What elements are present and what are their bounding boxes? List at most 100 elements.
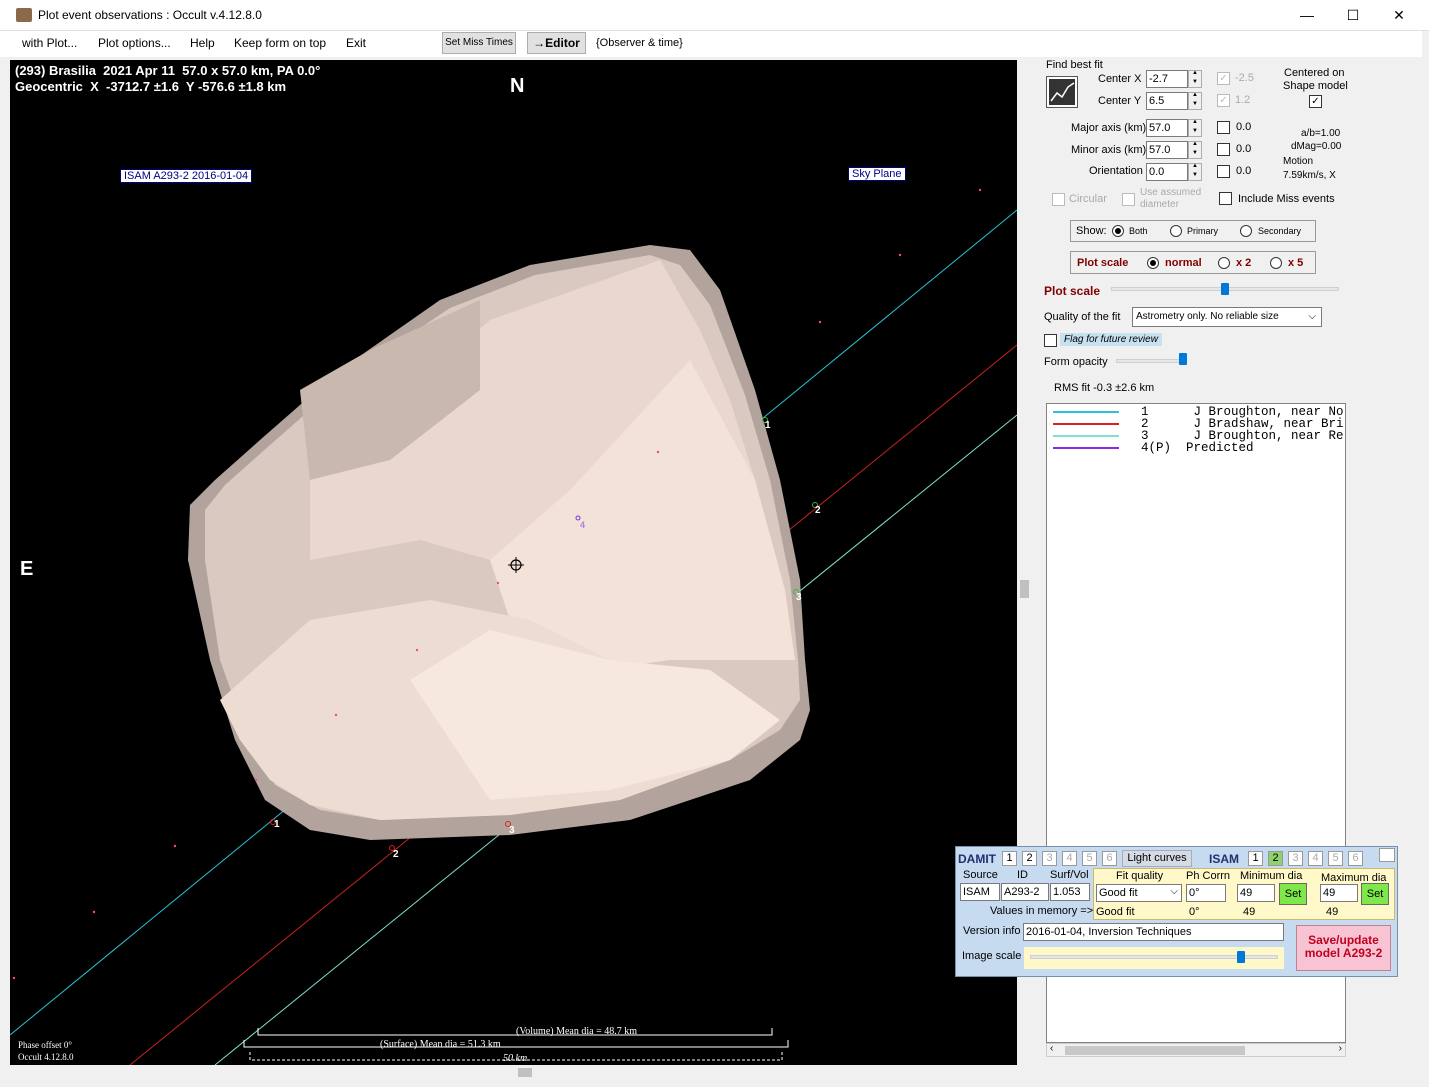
orientation-input[interactable]: 0.0 (1146, 163, 1188, 181)
predicted-label: 4 (580, 520, 586, 530)
centered-on-shape-checkbox[interactable]: ✓ (1309, 95, 1322, 108)
phase-offset: Phase offset 0° (18, 1040, 72, 1050)
scroll-right-icon[interactable]: › (1339, 1043, 1342, 1054)
show-label: Show: (1076, 225, 1107, 237)
isam-model-1[interactable]: 1 (1248, 851, 1263, 866)
title-bar: Plot event observations : Occult v.4.12.… (0, 0, 1429, 31)
form-opacity-slider[interactable] (1116, 359, 1186, 363)
fit-quality-chevron-icon: ⌵ (1170, 886, 1178, 897)
source-field[interactable]: ISAM (960, 883, 1000, 901)
memory-ph-corr: 0° (1189, 906, 1200, 918)
maximize-button[interactable]: ☐ (1330, 0, 1376, 30)
center-y-fix-checkbox[interactable]: ✓ (1217, 94, 1230, 107)
orientation-fix-checkbox[interactable] (1217, 165, 1230, 178)
set-miss-times-button[interactable]: Set Miss Times (442, 32, 516, 54)
scale-x5-label: x 5 (1288, 257, 1304, 269)
plot-scale-group-label: Plot scale (1077, 257, 1129, 269)
center-x-input[interactable]: -2.7 (1146, 70, 1188, 88)
damit-model-2[interactable]: 2 (1022, 851, 1037, 866)
close-panel-icon[interactable] (1379, 848, 1395, 862)
damit-model-5[interactable]: 5 (1082, 851, 1097, 866)
quality-select[interactable]: Astrometry only. No reliable size ⌵ (1132, 307, 1322, 327)
version-info-field[interactable]: 2016-01-04, Inversion Techniques (1023, 923, 1284, 941)
light-curves-button[interactable]: Light curves (1122, 850, 1192, 867)
show-secondary-radio[interactable] (1240, 225, 1252, 237)
app-icon (16, 8, 32, 22)
center-y-label: Center Y (1098, 95, 1142, 107)
damit-model-3[interactable]: 3 (1042, 851, 1057, 866)
flag-review-checkbox[interactable] (1044, 334, 1057, 347)
show-primary-radio[interactable] (1170, 225, 1182, 237)
scale-x5-radio[interactable] (1270, 257, 1282, 269)
show-group: Show: Both Primary Secondary (1070, 220, 1316, 242)
set-max-dia-button[interactable]: Set (1361, 883, 1389, 905)
minor-axis-input[interactable]: 57.0 (1146, 141, 1188, 159)
center-x-fix-checkbox[interactable]: ✓ (1217, 72, 1230, 85)
vscroll-thumb[interactable] (1020, 580, 1029, 598)
plot-canvas[interactable]: (293) Brasilia 2021 Apr 11 57.0 x 57.0 k… (10, 60, 1017, 1065)
major-axis-fix-checkbox[interactable] (1217, 121, 1230, 134)
fit-quality-select[interactable]: Good fit ⌵ (1096, 884, 1182, 902)
close-button[interactable]: ✕ (1376, 0, 1422, 30)
legend-scroll-thumb[interactable] (1065, 1046, 1245, 1055)
major-axis-spinner[interactable] (1188, 119, 1202, 137)
menu-plot-options[interactable]: Plot options... (98, 36, 171, 50)
isam-model-6[interactable]: 6 (1348, 851, 1363, 866)
scroll-left-icon[interactable]: ‹ (1050, 1043, 1053, 1054)
hscroll-thumb[interactable] (518, 1068, 532, 1077)
center-y-input[interactable]: 6.5 (1146, 92, 1188, 110)
major-axis-input[interactable]: 57.0 (1146, 119, 1188, 137)
isam-model-3[interactable]: 3 (1288, 851, 1303, 866)
image-scale-label: Image scale (962, 950, 1022, 962)
legend-horizontal-scrollbar[interactable]: ‹ › (1046, 1043, 1346, 1057)
circular-checkbox[interactable] (1052, 193, 1065, 206)
plot-horizontal-scrollbar[interactable] (10, 1066, 1018, 1080)
orientation-spinner[interactable] (1188, 163, 1202, 181)
memory-max-dia: 49 (1326, 906, 1339, 918)
surfvol-field[interactable]: 1.053 (1050, 883, 1090, 901)
damit-model-4[interactable]: 4 (1062, 851, 1077, 866)
menu-keep-on-top[interactable]: Keep form on top (234, 36, 326, 50)
scale-normal-radio[interactable] (1147, 257, 1159, 269)
menu-with-plot[interactable]: with Plot... (22, 36, 77, 50)
isam-model-4[interactable]: 4 (1308, 851, 1323, 866)
show-both-radio[interactable] (1112, 225, 1124, 237)
memory-min-dia: 49 (1243, 906, 1256, 918)
form-opacity-slider-thumb[interactable] (1178, 353, 1187, 365)
model-id-field[interactable]: A293-2 (1001, 883, 1049, 901)
isam-model-2[interactable]: 2 (1268, 851, 1283, 866)
damit-model-1[interactable]: 1 (1002, 851, 1017, 866)
plot-scale-slider-thumb[interactable] (1221, 283, 1229, 295)
plot-scale-group: Plot scale normal x 2 x 5 (1070, 251, 1316, 274)
set-min-dia-button[interactable]: Set (1279, 883, 1307, 905)
circular-label: Circular (1069, 193, 1107, 205)
north-label: N (510, 75, 525, 97)
ph-corr-field[interactable]: 0° (1186, 884, 1226, 902)
isam-model-5[interactable]: 5 (1328, 851, 1343, 866)
legend-line-2 (1053, 423, 1119, 425)
use-assumed-diameter-checkbox[interactable] (1122, 193, 1135, 206)
min-dia-field[interactable]: 49 (1237, 884, 1275, 902)
east-label: E (20, 558, 34, 580)
damit-model-6[interactable]: 6 (1102, 851, 1117, 866)
max-dia-field[interactable]: 49 (1320, 884, 1358, 902)
menu-exit[interactable]: Exit (346, 36, 366, 50)
editor-button[interactable]: →Editor (527, 32, 586, 54)
minor-axis-fix-checkbox[interactable] (1217, 143, 1230, 156)
minor-axis-label: Minor axis (km) (1071, 144, 1147, 156)
best-fit-chart-icon[interactable] (1046, 76, 1078, 108)
center-y-spinner[interactable] (1188, 92, 1202, 110)
orientation-fixed-value: 0.0 (1236, 165, 1252, 177)
ab-ratio: a/b=1.00 (1301, 128, 1341, 139)
scale-x2-radio[interactable] (1218, 257, 1230, 269)
show-both-label: Both (1129, 226, 1148, 236)
save-model-button[interactable]: Save/update model A293-2 (1296, 925, 1391, 971)
image-scale-slider-thumb[interactable] (1236, 951, 1245, 963)
minor-axis-spinner[interactable] (1188, 141, 1202, 159)
minimize-button[interactable]: — (1284, 0, 1330, 30)
chord-label-bottom-1: 1 (274, 819, 280, 830)
center-x-spinner[interactable] (1188, 70, 1202, 88)
include-miss-checkbox[interactable] (1219, 192, 1232, 205)
source-label: Source (963, 869, 998, 881)
menu-help[interactable]: Help (190, 36, 215, 50)
